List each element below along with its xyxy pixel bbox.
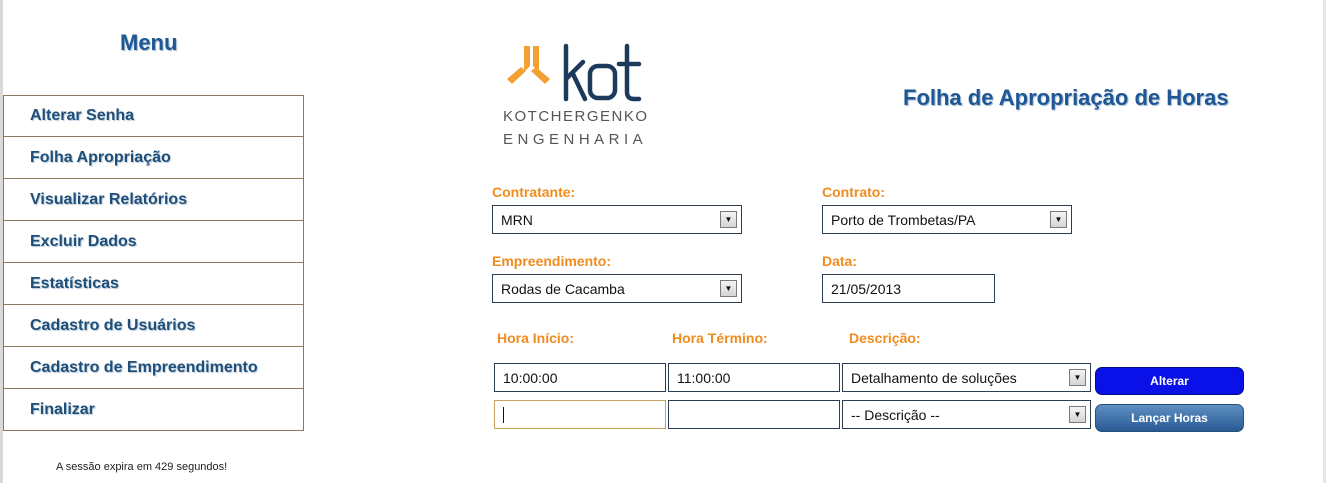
data-value: 21/05/2013	[831, 280, 902, 297]
empreendimento-select[interactable]: Rodas de Cacamba ▼	[492, 274, 742, 303]
contrato-value: Porto de Trombetas/PA	[831, 211, 976, 228]
sidebar-menu: Alterar Senha Folha Apropriação Visualiz…	[3, 95, 304, 431]
contrato-label: Contrato:	[822, 184, 885, 200]
contratante-value: MRN	[501, 211, 533, 228]
descricao-select-row2[interactable]: -- Descrição -- ▼	[842, 400, 1091, 429]
descricao-header: Descrição:	[849, 330, 921, 346]
alterar-button[interactable]: Alterar	[1095, 367, 1244, 395]
hora-termino-input-row1[interactable]: 11:00:00	[668, 363, 840, 392]
menu-item-cadastro-usuarios[interactable]: Cadastro de Usuários	[3, 305, 304, 347]
menu-item-finalizar[interactable]: Finalizar	[3, 389, 304, 431]
menu-item-folha-apropriacao[interactable]: Folha Apropriação	[3, 137, 304, 179]
chevron-down-icon: ▼	[1050, 211, 1067, 228]
data-label: Data:	[822, 253, 858, 269]
descricao-value-row1: Detalhamento de soluções	[851, 369, 1017, 386]
text-caret	[503, 406, 504, 423]
menu-title: Menu	[120, 30, 178, 55]
page-title: Folha de Apropriação de Horas	[903, 85, 1229, 110]
lancar-horas-button[interactable]: Lançar Horas	[1095, 404, 1244, 432]
contratante-label: Contratante:	[492, 184, 576, 200]
menu-item-estatisticas[interactable]: Estatísticas	[3, 263, 304, 305]
hora-termino-header: Hora Término:	[672, 330, 768, 346]
menu-item-visualizar-relatorios[interactable]: Visualizar Relatórios	[3, 179, 304, 221]
kot-logo-mark-icon	[507, 43, 642, 102]
hora-inicio-header: Hora Início:	[497, 330, 575, 346]
menu-item-alterar-senha[interactable]: Alterar Senha	[3, 95, 304, 137]
descricao-select-row1[interactable]: Detalhamento de soluções ▼	[842, 363, 1091, 392]
logo-text-engenharia: ENGENHARIA	[503, 131, 648, 148]
hora-inicio-value-row1: 10:00:00	[503, 369, 558, 386]
menu-item-excluir-dados[interactable]: Excluir Dados	[3, 221, 304, 263]
logo-text-kotchergenko: KOTCHERGENKO	[503, 108, 649, 125]
contratante-select[interactable]: MRN ▼	[492, 205, 742, 234]
descricao-value-row2: -- Descrição --	[851, 406, 940, 423]
hora-termino-value-row1: 11:00:00	[677, 369, 731, 386]
data-input[interactable]: 21/05/2013	[822, 274, 995, 303]
chevron-down-icon: ▼	[720, 211, 737, 228]
hora-inicio-input-row2[interactable]	[494, 400, 666, 429]
chevron-down-icon: ▼	[1069, 369, 1086, 386]
chevron-down-icon: ▼	[720, 280, 737, 297]
hora-termino-input-row2[interactable]	[668, 400, 840, 429]
empreendimento-value: Rodas de Cacamba	[501, 280, 625, 297]
empreendimento-label: Empreendimento:	[492, 253, 612, 269]
contrato-select[interactable]: Porto de Trombetas/PA ▼	[822, 205, 1072, 234]
chevron-down-icon: ▼	[1069, 406, 1086, 423]
session-timer-text: A sessão expira em 429 segundos!	[56, 461, 228, 473]
company-logo: KOTCHERGENKO ENGENHARIA	[503, 42, 653, 152]
hora-inicio-input-row1[interactable]: 10:00:00	[494, 363, 666, 392]
menu-item-cadastro-empreendimento[interactable]: Cadastro de Empreendimento	[3, 347, 304, 389]
